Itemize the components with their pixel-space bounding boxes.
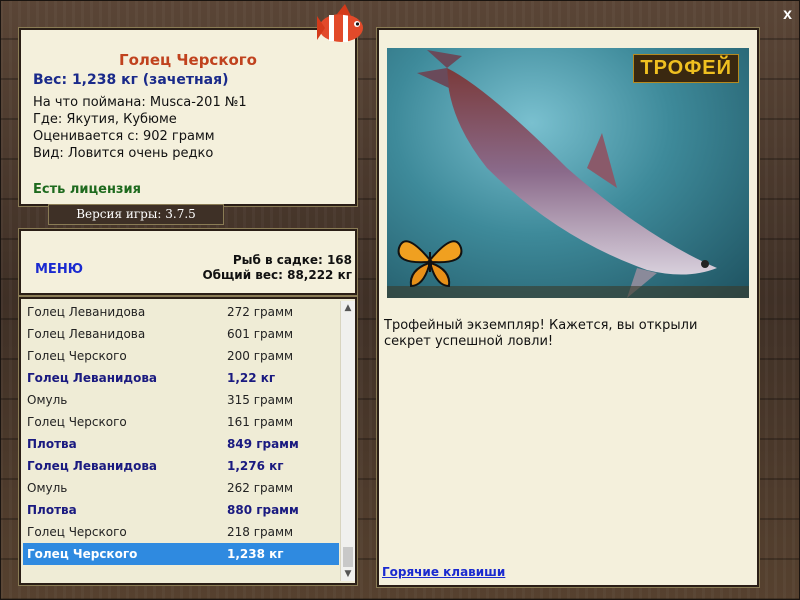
menu-panel: МЕНЮ Рыб в садке: 168 Общий вес: 88,222 … — [18, 228, 358, 296]
catch-rows: Голец Леванидова 272 грамм Голец Леванидов… — [23, 301, 339, 565]
fish-name: Омуль — [27, 393, 68, 407]
fish-name: Плотва — [27, 503, 77, 517]
list-item[interactable]: Голец Леванидова 1,276 кг — [23, 455, 339, 477]
fish-photo: ТРОФЕЙ — [387, 48, 749, 298]
list-item[interactable]: Голец Черского 161 грамм — [23, 411, 339, 433]
fish-count: Рыб в садке: 168 — [232, 253, 352, 267]
list-item[interactable]: Омуль 262 грамм — [23, 477, 339, 499]
list-item[interactable]: Голец Леванидова 272 грамм — [23, 301, 339, 323]
fish-weight: 1,276 кг — [227, 459, 284, 473]
fish-name: Голец Леванидова — [27, 305, 146, 319]
fish-name-title: Голец Черского — [119, 51, 257, 69]
clownfish-logo-icon — [317, 4, 363, 42]
rarity-info: Вид: Ловится очень редко — [33, 146, 214, 161]
scroll-thumb[interactable] — [343, 547, 353, 567]
catch-list: Голец Леванидова 272 грамм Голец Леванидов… — [18, 296, 358, 586]
fish-weight: 161 грамм — [227, 415, 294, 429]
fish-info-panel: Голец Черского Вес: 1,238 кг (зачетная) … — [18, 27, 358, 207]
list-scrollbar[interactable]: ▲ ▼ — [340, 301, 355, 581]
scroll-down-icon[interactable]: ▼ — [341, 567, 355, 581]
fish-weight: 880 грамм — [227, 503, 299, 517]
list-item[interactable]: Плотва 880 грамм — [23, 499, 339, 521]
list-item[interactable]: Голец Леванидова 1,22 кг — [23, 367, 339, 389]
fish-weight: Вес: 1,238 кг (зачетная) — [33, 72, 229, 88]
scroll-up-icon[interactable]: ▲ — [341, 301, 355, 315]
fish-name: Голец Черского — [27, 349, 127, 363]
location-info: Где: Якутия, Кубюме — [33, 112, 177, 127]
hotkeys-link[interactable]: Горячие клавиши — [382, 565, 505, 579]
list-item[interactable]: Омуль 315 грамм — [23, 389, 339, 411]
menu-button[interactable]: МЕНЮ — [35, 262, 83, 277]
fish-name: Голец Черского — [27, 547, 138, 561]
fish-name: Плотва — [27, 437, 77, 451]
fish-weight: 601 грамм — [227, 327, 294, 341]
game-version-label: Версия игры: 3.7.5 — [48, 204, 224, 225]
fish-weight: 1,22 кг — [227, 371, 276, 385]
fish-weight: 200 грамм — [227, 349, 294, 363]
fish-name: Голец Леванидова — [27, 371, 158, 385]
fish-weight: 849 грамм — [227, 437, 299, 451]
valuation-info: Оценивается с: 902 грамм — [33, 129, 215, 144]
fish-name: Голец Леванидова — [27, 459, 158, 473]
fish-name: Голец Леванидова — [27, 327, 146, 341]
close-icon[interactable]: x — [783, 6, 792, 24]
list-item[interactable]: Плотва 849 грамм — [23, 433, 339, 455]
list-item[interactable]: Голец Черского 1,238 кг — [23, 543, 339, 565]
fish-weight: 315 грамм — [227, 393, 294, 407]
bait-info: На что поймана: Musca-201 №1 — [33, 95, 247, 110]
fish-name: Голец Черского — [27, 415, 127, 429]
trophy-message: Трофейный экземпляр! Кажется, вы открыли… — [384, 318, 698, 349]
trophy-badge: ТРОФЕЙ — [633, 54, 739, 83]
license-status: Есть лицензия — [33, 182, 141, 197]
total-weight: Общий вес: 88,222 кг — [202, 268, 352, 282]
list-item[interactable]: Голец Черского 200 грамм — [23, 345, 339, 367]
fish-weight: 272 грамм — [227, 305, 294, 319]
fish-weight: 218 грамм — [227, 525, 294, 539]
fish-name: Омуль — [27, 481, 68, 495]
catch-stats: Рыб в садке: 168 Общий вес: 88,222 кг — [202, 253, 352, 283]
fish-name: Голец Черского — [27, 525, 127, 539]
fish-weight: 262 грамм — [227, 481, 294, 495]
fish-weight: 1,238 кг — [227, 547, 284, 561]
list-item[interactable]: Голец Леванидова 601 грамм — [23, 323, 339, 345]
butterfly-icon — [397, 240, 463, 288]
trophy-panel: ТРОФЕЙ Трофейный экземпляр! Кажется, вы … — [376, 27, 760, 588]
list-item[interactable]: Голец Черского 218 грамм — [23, 521, 339, 543]
